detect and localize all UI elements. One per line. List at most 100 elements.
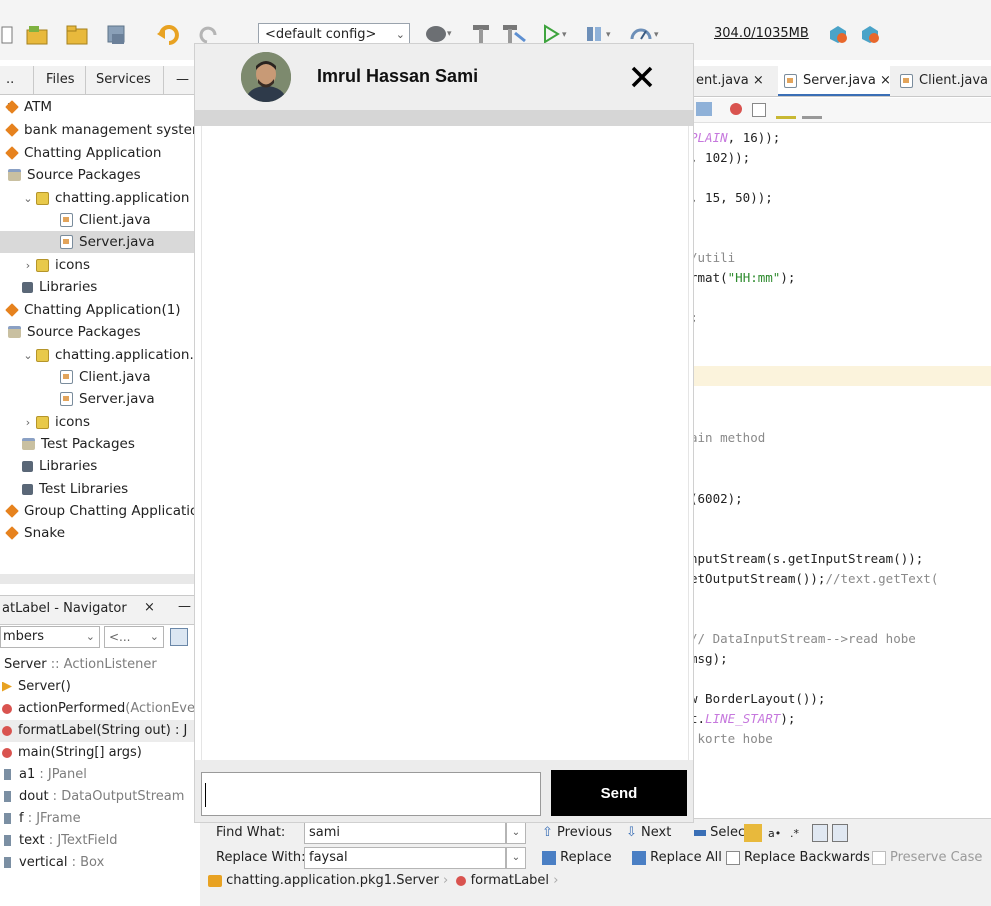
chevron-down-icon[interactable]: ⌄ — [22, 345, 34, 366]
close-icon[interactable]: × — [880, 73, 891, 88]
code-line[interactable]: korte hobe — [690, 729, 773, 749]
new-file-icon[interactable] — [0, 24, 14, 46]
navigator-member[interactable]: actionPerformed(ActionEve — [0, 698, 200, 720]
regex-icon[interactable]: .* — [790, 827, 799, 840]
tree-item[interactable]: ⌄ chatting.application — [0, 187, 222, 209]
tab-server-java[interactable]: Server.java × — [778, 66, 891, 96]
tree-item[interactable]: Chatting Application(1) — [0, 299, 206, 321]
whole-words-icon[interactable]: a• — [768, 827, 781, 840]
chevron-down-icon[interactable]: ⌄ — [22, 188, 34, 209]
redo-icon[interactable] — [196, 24, 220, 46]
previous-button[interactable]: ⇧ Previous — [542, 822, 612, 844]
navigator-title[interactable]: atLabel - Navigator — [2, 601, 127, 616]
build-target-icon[interactable]: ▾ — [424, 22, 454, 46]
tree-item[interactable]: Libraries — [0, 455, 222, 477]
tree-item[interactable]: Chatting Application — [0, 142, 206, 164]
tab-files[interactable]: Files — [34, 66, 86, 94]
toggle-bookmark-icon[interactable] — [696, 102, 712, 116]
tree-item[interactable]: ATM — [0, 96, 206, 118]
tree-item[interactable]: Source Packages — [0, 164, 208, 186]
horizontal-scrollbar[interactable] — [0, 574, 200, 584]
tab-projects[interactable]: .. × — [0, 66, 34, 115]
replace-input[interactable]: faysal — [304, 847, 506, 869]
find-history-dropdown[interactable]: ⌄ — [506, 822, 526, 844]
send-button[interactable]: Send — [551, 770, 687, 816]
highlight-results-icon[interactable] — [812, 824, 828, 842]
preserve-case-checkbox[interactable]: Preserve Case — [872, 847, 982, 869]
gc-icon[interactable] — [826, 22, 850, 46]
comment-icon[interactable] — [776, 102, 796, 119]
replace-backwards-checkbox[interactable]: Replace Backwards — [726, 847, 870, 869]
code-line[interactable]: ain method — [690, 428, 765, 448]
chevron-right-icon[interactable]: › — [22, 255, 34, 276]
stop-macro-icon[interactable] — [752, 103, 766, 117]
navigator-options-icon[interactable] — [170, 628, 188, 646]
tree-item[interactable]: › icons — [0, 254, 222, 276]
wrap-around-icon[interactable] — [832, 824, 848, 842]
tree-item[interactable]: Libraries — [0, 276, 222, 298]
close-icon[interactable] — [625, 60, 659, 94]
tree-item[interactable]: Source Packages — [0, 321, 208, 343]
breadcrumb-class[interactable]: chatting.application.pkg1.Server — [226, 873, 439, 888]
config-select[interactable]: <default config> ⌄ — [258, 23, 410, 45]
message-input[interactable] — [201, 772, 541, 816]
minimize-icon[interactable]: — — [178, 599, 191, 614]
replace-history-dropdown[interactable]: ⌄ — [506, 847, 526, 869]
code-line[interactable]: etOutputStream());//text.getText( — [690, 569, 938, 589]
sort-select[interactable]: <... ⌄ — [104, 626, 164, 648]
close-icon[interactable]: × — [144, 600, 155, 615]
navigator-member[interactable]: text : JTextField — [0, 830, 200, 852]
code-line[interactable]: , 102)); — [690, 148, 750, 168]
tab-client-java-2[interactable]: Client.java — [894, 66, 991, 96]
uncomment-icon[interactable] — [802, 102, 822, 119]
new-project-icon[interactable] — [24, 22, 50, 48]
code-line[interactable]: t.LINE_START); — [690, 709, 795, 729]
navigator-member[interactable]: a1 : JPanel — [0, 764, 200, 786]
tree-item[interactable]: Snake — [0, 522, 206, 544]
open-project-icon[interactable] — [64, 22, 90, 48]
tree-item[interactable]: bank management system — [0, 119, 206, 141]
profile-icon[interactable]: ▾ — [628, 22, 664, 46]
save-all-icon[interactable] — [104, 22, 130, 48]
navigator-member[interactable]: main(String[] args) — [0, 742, 200, 764]
code-line[interactable]: , 15, 50)); — [690, 188, 773, 208]
tree-item[interactable]: Test Libraries — [0, 478, 222, 500]
navigator-member[interactable]: dout : DataOutputStream — [0, 786, 200, 808]
find-input[interactable]: sami — [304, 822, 506, 844]
code-line[interactable]: /utili — [690, 248, 735, 268]
code-line[interactable]: // DataInputStream-->read hobe — [690, 629, 916, 649]
code-line[interactable]: PLAIN, 16)); — [690, 128, 780, 148]
breadcrumb-method[interactable]: formatLabel — [471, 873, 549, 888]
undo-icon[interactable] — [156, 22, 182, 48]
tree-item[interactable]: ⌄ chatting.application. — [0, 344, 222, 366]
code-line[interactable]: rmat("HH:mm"); — [690, 268, 795, 288]
debug-icon[interactable]: ▾ — [584, 22, 616, 46]
memory-usage[interactable]: 304.0/1035MB — [714, 26, 809, 41]
next-button[interactable]: ⇩ Next — [626, 822, 671, 844]
navigator-member[interactable]: vertical : Box — [0, 852, 200, 874]
code-line[interactable]: nputStream(s.getInputStream()); — [690, 549, 923, 569]
tree-item[interactable]: Group Chatting Applicatio — [0, 500, 206, 522]
tree-item[interactable]: › icons — [0, 411, 222, 433]
code-line[interactable]: msg); — [690, 649, 728, 669]
code-line[interactable]: (6002); — [690, 489, 743, 509]
chevron-right-icon[interactable]: › — [22, 412, 34, 433]
members-select[interactable]: mbers ⌄ — [0, 626, 100, 648]
run-icon[interactable]: ▾ — [542, 22, 572, 46]
profiler-icon[interactable] — [858, 22, 882, 46]
breakpoint-icon[interactable] — [730, 103, 742, 115]
navigator-member[interactable]: f : JFrame — [0, 808, 200, 830]
navigator-class[interactable]: Server :: ActionListener — [0, 654, 204, 676]
close-icon[interactable]: × — [753, 73, 764, 88]
replace-all-button[interactable]: Replace All — [632, 847, 722, 869]
tab-client-java[interactable]: ent.java × — [690, 66, 788, 96]
clean-build-icon[interactable] — [500, 22, 528, 46]
navigator-member[interactable]: Server() — [0, 676, 200, 698]
select-button[interactable]: Select — [694, 822, 750, 844]
match-case-icon[interactable] — [744, 824, 762, 842]
navigator-member[interactable]: formatLabel(String out) : J — [0, 720, 200, 742]
replace-button[interactable]: Replace — [542, 847, 612, 869]
code-line[interactable]: w BorderLayout()); — [690, 689, 825, 709]
build-hammer-icon[interactable] — [470, 22, 492, 46]
tab-services[interactable]: Services — [86, 66, 164, 94]
